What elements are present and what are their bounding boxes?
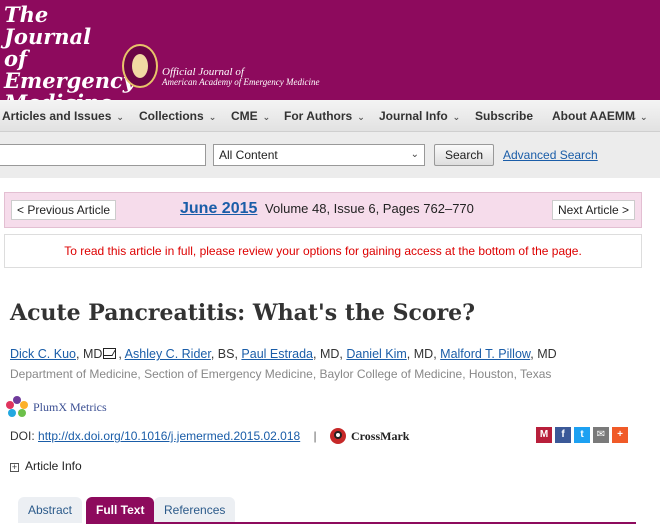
correspondence-email-icon[interactable] [103,348,117,359]
doi-link[interactable]: http://dx.doi.org/10.1016/j.jemermed.201… [38,429,300,443]
more-share-icon[interactable]: + [612,427,628,443]
issue-date-link[interactable]: June 2015 [180,200,257,217]
nav-journal-info[interactable]: Journal Info ⌄ [379,100,460,132]
journal-title-line: The [4,2,49,27]
search-input[interactable] [0,144,206,166]
advanced-search-link[interactable]: Advanced Search [503,144,598,166]
crossmark-button[interactable]: CrossMark [330,428,409,444]
email-icon[interactable]: ✉ [593,427,609,443]
issue-navigation-bar: < Previous Article June 2015 Volume 48, … [4,192,642,228]
expand-plus-icon: + [10,462,19,472]
twitter-icon[interactable]: t [574,427,590,443]
crossmark-icon [330,428,347,444]
nav-articles-and-issues[interactable]: Articles and Issues ⌄ [2,100,124,132]
chevron-down-icon: ⌄ [640,112,648,122]
doi-row: DOI: http://dx.doi.org/10.1016/j.jemerme… [10,428,410,444]
journal-title-line: Journal of [4,24,92,71]
journal-title-line: Emergency [4,68,135,93]
aaem-seal-icon [122,44,158,88]
author-affiliation: Department of Medicine, Section of Emerg… [10,367,552,381]
article-tabs: Abstract Full Text References [0,497,660,526]
chevron-down-icon: ⌄ [410,149,419,160]
access-notice: To read this article in full, please rev… [4,234,642,268]
chevron-down-icon: ⌄ [262,112,271,122]
article-info-toggle[interactable]: + Article Info [10,459,82,473]
plumx-label: PlumX Metrics [33,400,107,414]
content-scope-select[interactable]: All Content ⌄ [213,144,425,166]
next-article-button[interactable]: Next Article > [551,200,635,220]
tab-references[interactable]: References [154,497,236,523]
journal-logo-title[interactable]: The Journal of Emergency Medicine [4,2,135,114]
issue-details: Volume 48, Issue 6, Pages 762–770 [265,201,474,216]
author-link[interactable]: Paul Estrada [241,347,313,361]
mendeley-icon[interactable]: M [536,427,552,443]
facebook-icon[interactable]: f [555,427,571,443]
author-link[interactable]: Ashley C. Rider [125,347,211,361]
official-journal-label: Official Journal of American Academy of … [162,66,320,88]
search-button[interactable]: Search [434,144,494,166]
nav-for-authors[interactable]: For Authors ⌄ [284,100,365,132]
author-link[interactable]: Malford T. Pillow [440,347,530,361]
journal-header-banner: The Journal of Emergency Medicine Offici… [0,0,660,114]
chevron-down-icon: ⌄ [452,112,461,122]
chevron-down-icon: ⌄ [116,112,124,122]
article-title: Acute Pancreatitis: What's the Score? [10,300,476,326]
tab-abstract[interactable]: Abstract [18,497,83,523]
previous-article-button[interactable]: < Previous Article [11,200,117,220]
main-nav: Articles and Issues ⌄ Collections ⌄ CME ⌄ F… [0,100,660,132]
nav-collections[interactable]: Collections ⌄ [139,100,216,132]
chevron-down-icon: ⌄ [208,112,217,122]
author-link[interactable]: Daniel Kim [346,347,406,361]
chevron-down-icon: ⌄ [357,112,365,122]
search-bar: All Content ⌄ Search Advanced Search [0,132,660,178]
plumx-logo-icon [6,396,28,417]
issue-info: June 2015 Volume 48, Issue 6, Pages 762–… [180,200,474,218]
nav-more[interactable]: M ⌄ [625,100,648,132]
tab-full-text[interactable]: Full Text [86,497,155,523]
author-link[interactable]: Dick C. Kuo [10,347,76,361]
nav-cme[interactable]: CME ⌄ [231,100,270,132]
tab-underline [86,522,636,524]
author-list: Dick C. Kuo, MD, Ashley C. Rider, BS, Pa… [10,347,557,361]
nav-subscribe[interactable]: Subscribe [475,100,533,132]
